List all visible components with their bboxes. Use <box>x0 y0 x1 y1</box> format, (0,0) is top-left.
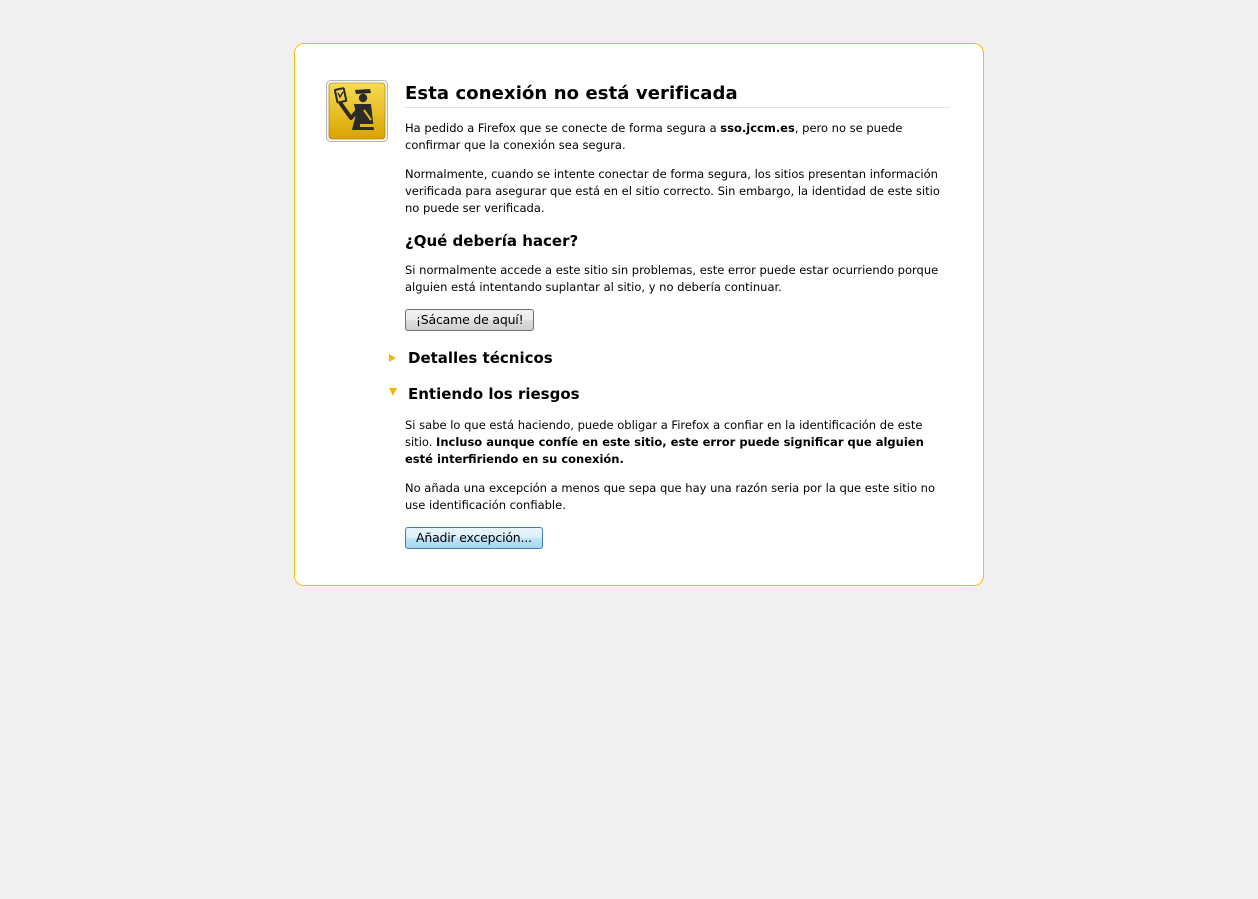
what-should-i-do-heading: ¿Qué debería hacer? <box>405 232 579 250</box>
risks-heading[interactable]: Entiendo los riesgos <box>408 384 950 404</box>
expander-collapsed-icon[interactable] <box>389 354 396 362</box>
intro-text-before: Ha pedido a Firefox que se conecte de fo… <box>405 121 721 135</box>
intro-text: Ha pedido a Firefox que se conecte de fo… <box>405 120 950 154</box>
technical-details-expander[interactable]: Detalles técnicos <box>389 348 950 368</box>
host-name: sso.jccm.es <box>720 121 795 135</box>
exception-text: No añada una excepción a menos que sepa … <box>405 481 935 512</box>
technical-details-heading[interactable]: Detalles técnicos <box>408 348 950 368</box>
page-title: Esta conexión no está verificada <box>405 82 950 108</box>
error-content: Esta conexión no está verificada Ha pedi… <box>389 82 950 549</box>
get-me-out-button[interactable]: ¡Sácame de aquí! <box>405 309 535 331</box>
explanation-text: Normalmente, cuando se intente conectar … <box>405 167 940 215</box>
risks-text-bold: Incluso aunque confíe en este sitio, est… <box>405 435 924 466</box>
security-officer-icon <box>326 80 388 142</box>
what-should-i-do-text: Si normalmente accede a este sitio sin p… <box>405 263 939 294</box>
risks-expander[interactable]: Entiendo los riesgos <box>389 384 950 404</box>
risks-text: Si sabe lo que está haciendo, puede obli… <box>405 417 950 468</box>
add-exception-button[interactable]: Añadir excepción... <box>405 527 543 549</box>
expander-expanded-icon[interactable] <box>389 388 397 396</box>
error-page-container: Esta conexión no está verificada Ha pedi… <box>294 43 984 586</box>
